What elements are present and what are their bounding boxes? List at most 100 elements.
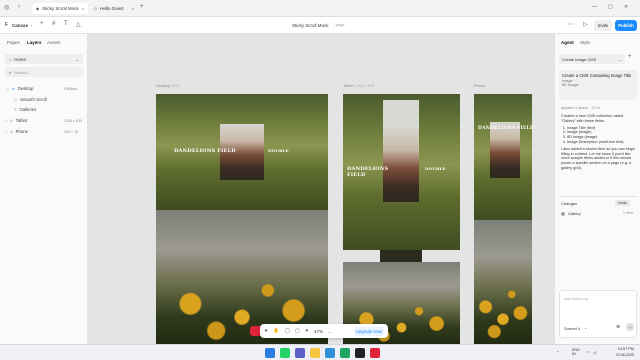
language-indicator[interactable]: ENG IN — [572, 348, 580, 356]
shapes-icon[interactable]: △ — [76, 21, 81, 28]
hero-title: DANDELIONS FIELD — [174, 148, 236, 154]
frame-icon: # — [12, 86, 15, 91]
layer-label: Smooth Scroll — [20, 97, 47, 102]
maximize-icon[interactable]: ▢ — [608, 4, 613, 10]
start-icon[interactable] — [265, 348, 275, 358]
frame-icon: # — [10, 129, 13, 134]
tab-style[interactable]: Style — [580, 40, 590, 45]
task-select[interactable]: Create Image CMS ⌄ — [559, 54, 625, 64]
zoom-level[interactable]: 47% — [314, 329, 323, 334]
chevron-down-icon[interactable]: ⌄ — [328, 329, 331, 334]
page-select[interactable]: ⌂ Home ⌄ — [5, 54, 83, 64]
followup-box[interactable]: Ask follow-up... Sonnet 4 ⌄ ⊕ ↑ — [559, 290, 637, 338]
hero-subtitle: DOUBLE — [268, 148, 289, 153]
text-icon[interactable]: T — [64, 21, 68, 27]
app-name[interactable]: Canvas — [12, 23, 28, 28]
layer-desktop[interactable]: ⌄ # Desktop Fill/Auto — [6, 86, 77, 91]
frame-label-tablet[interactable]: Tablet 1,200 × 810 — [343, 84, 374, 88]
tab-layers[interactable]: Layers — [27, 40, 42, 45]
card-sub2: 8D Image — [562, 83, 579, 87]
layer-label: Galleries — [19, 107, 37, 112]
hand-icon[interactable]: ✋ — [273, 328, 279, 334]
doc-title[interactable]: Sticky Scroll Mock — [292, 23, 329, 28]
tab-pages[interactable]: Pages — [7, 40, 20, 45]
tablet-portrait-strip — [380, 250, 422, 262]
back-icon[interactable]: ‹ — [18, 4, 20, 10]
search-icon: ⌕ — [9, 69, 12, 75]
clock-date[interactable]: 23-08-2025 — [604, 353, 634, 357]
layer-tablet[interactable]: › # Tablet 1200 × 810 — [6, 118, 82, 123]
new-tab-icon[interactable]: + — [140, 4, 144, 10]
portrait-image — [383, 128, 419, 202]
new-task-icon[interactable]: + — [628, 54, 632, 60]
invite-button[interactable]: Invite — [594, 20, 612, 31]
hero-title: DANDELIONS FIELD — [347, 166, 389, 178]
task-select-value: Create Image CMS — [562, 56, 597, 62]
chrome-icon[interactable] — [340, 348, 350, 358]
send-icon[interactable]: ↑ — [626, 323, 634, 331]
play-icon[interactable]: ▷ — [583, 21, 588, 28]
close-window-icon[interactable]: ✕ — [624, 4, 628, 10]
card-title: Create a CMS Containing Image Title — [562, 73, 632, 78]
minimize-icon[interactable]: — — [592, 4, 597, 10]
publish-button[interactable]: Publish — [615, 20, 637, 31]
agent-message: Created a new CMS collection called "Gal… — [561, 114, 637, 171]
attach-icon[interactable]: ⊕ — [616, 324, 620, 330]
frame-icon[interactable]: ▢ — [295, 328, 300, 334]
edge-icon[interactable] — [325, 348, 335, 358]
phone-hero-image[interactable]: DANDELIONS FIELD — [474, 94, 534, 220]
frame-label-desktop[interactable]: Desktop 1200 — [156, 84, 179, 88]
tab-sticky-scroll[interactable]: ◆ Sticky Scroll Mock × — [32, 3, 88, 14]
layer-label: Tablet — [15, 118, 28, 123]
phone-sunflower-image[interactable] — [474, 220, 532, 344]
close-icon[interactable]: × — [82, 6, 84, 11]
tab-assets[interactable]: Assets — [47, 40, 61, 45]
undo-button[interactable]: Undo — [615, 200, 630, 206]
chevron-down-icon[interactable]: ⌄ — [30, 22, 33, 27]
sparkle-icon[interactable]: ✦ — [305, 328, 309, 334]
changes-item[interactable]: Gallery — [568, 211, 581, 216]
layer-phone[interactable]: › # Phone 390 × 10 — [6, 129, 78, 134]
tablet-hero-image[interactable]: DANDELIONS FIELD DOUBLE — [343, 94, 460, 250]
task-card[interactable]: Create a CMS Containing Image Title Imag… — [559, 70, 637, 100]
close-icon[interactable]: × — [132, 6, 134, 11]
cursor-icon[interactable]: ➤ — [264, 328, 268, 334]
whatsapp-icon[interactable] — [280, 348, 290, 358]
tab-label: Sticky Scroll Mock — [42, 6, 79, 11]
model-select[interactable]: Sonnet 4 — [564, 326, 580, 331]
frame-icon[interactable]: # — [52, 21, 55, 27]
home-icon: ⌂ — [9, 56, 12, 62]
design-canvas[interactable]: Desktop 1200 DANDELIONS FIELD DOUBLE Tab… — [88, 34, 554, 344]
hero-subtitle: DOUBLE — [425, 166, 446, 171]
tab-hello-guest[interactable]: ◇ Hello Guest × — [90, 3, 138, 14]
layer-smooth-scroll[interactable]: ◇ Smooth Scroll — [14, 97, 47, 102]
tray-chevron-icon[interactable]: ⌃ — [556, 350, 559, 355]
folder-icon[interactable] — [310, 348, 320, 358]
teams-icon[interactable] — [295, 348, 305, 358]
desktop-hero-image[interactable]: DANDELIONS FIELD DOUBLE — [156, 94, 328, 210]
app-icon[interactable] — [370, 348, 380, 358]
frame-icon: # — [10, 118, 13, 123]
chevron-down-icon[interactable]: ⌄ — [584, 325, 587, 330]
insert-icon[interactable]: + — [40, 21, 44, 27]
terminal-icon[interactable] — [355, 348, 365, 358]
layer-label: Desktop — [17, 86, 34, 91]
wifi-icon[interactable]: ◠ — [586, 350, 590, 355]
bottom-toolbar: ➤ ✋ ◯ ▢ ✦ 47% ⌄ Upgrade Now — [260, 324, 388, 338]
more-icon[interactable]: ⋯ — [568, 21, 574, 28]
hero-title: DANDELIONS FIELD — [478, 126, 534, 131]
tab-agent[interactable]: Agent — [561, 40, 574, 45]
search-input[interactable]: ⌕ Search... — [5, 67, 83, 77]
sky-patch — [383, 100, 419, 128]
left-panel: Pages Layers Assets ⌂ Home ⌄ ⌕ Search...… — [0, 34, 88, 344]
right-panel: Agent Style Create Image CMS ⌄ + Create … — [554, 34, 640, 344]
frame-label-phone[interactable]: Phone — [474, 84, 485, 88]
layer-galleries[interactable]: ≡ Galleries — [14, 107, 36, 112]
comment-icon[interactable]: ◯ — [284, 328, 290, 334]
upgrade-button[interactable]: Upgrade Now — [354, 326, 384, 336]
clock-time[interactable]: 10:07 PM — [606, 347, 634, 351]
framer-logo-icon[interactable]: F — [5, 22, 8, 28]
chevron-right-icon: › — [6, 129, 8, 134]
volume-icon[interactable]: ◁ — [593, 350, 596, 355]
menu-icon[interactable]: ◎ — [4, 4, 9, 11]
